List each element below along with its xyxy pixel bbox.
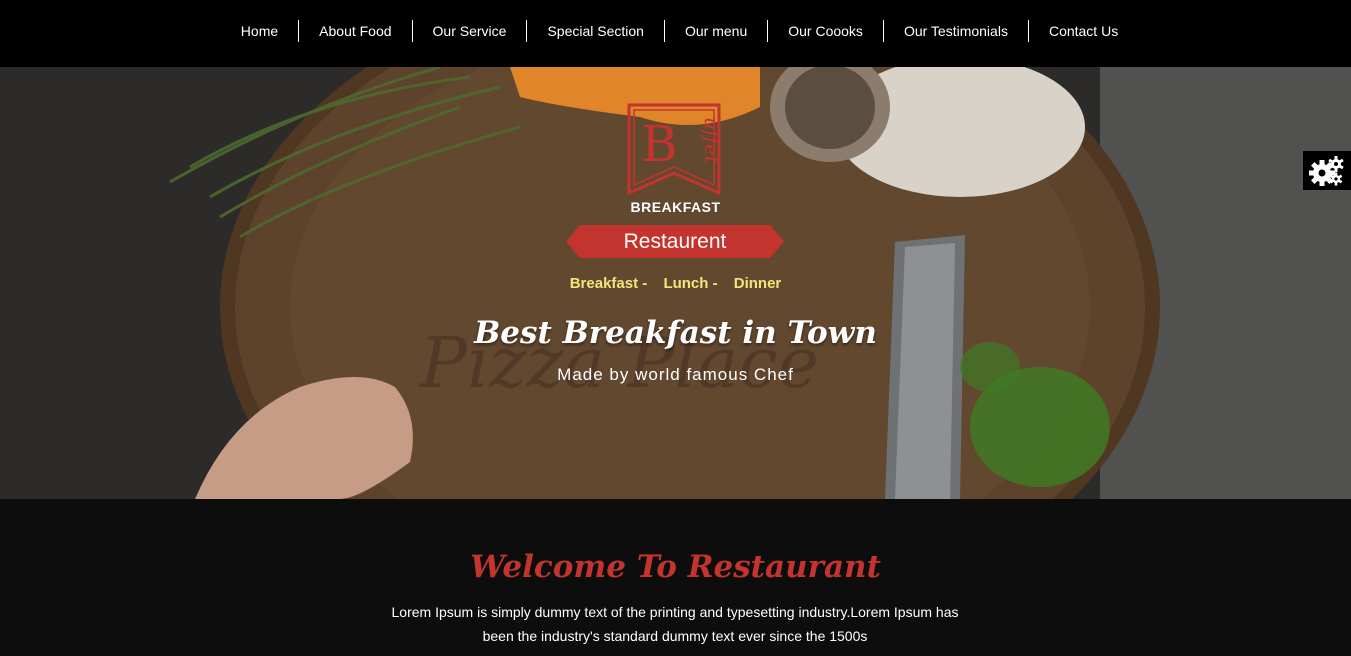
meal-dinner: Dinner	[733, 275, 782, 292]
nav-item-home[interactable]: Home	[221, 20, 298, 42]
meal-breakfast: Breakfast -	[569, 275, 648, 292]
meal-times: Breakfast - Lunch - Dinner	[0, 275, 1351, 292]
welcome-section: Welcome To Restaurant Lorem Ipsum is sim…	[0, 499, 1351, 656]
brand-word-text: BREAKFAST	[630, 199, 721, 215]
nav-menu: Home About Food Our Service Special Sect…	[0, 0, 1351, 62]
hero-banner: Pizza Place B uffet BREAKFAST Restaurent…	[0, 67, 1351, 499]
hero-title: Best Breakfast in Town	[474, 315, 877, 351]
hero-subtitle: Made by world famous Chef	[557, 365, 794, 384]
buffet-logo-icon[interactable]: B uffet	[627, 103, 721, 195]
nav-item-special-section[interactable]: Special Section	[526, 20, 664, 42]
nav-item-contact-us[interactable]: Contact Us	[1027, 20, 1138, 42]
nav-item-about-food[interactable]: About Food	[298, 20, 411, 42]
nav-item-our-cooks[interactable]: Our Coooks	[767, 20, 883, 42]
welcome-text: Lorem Ipsum is simply dummy text of the …	[391, 604, 959, 644]
meal-lunch: Lunch -	[663, 275, 718, 292]
nav-item-our-menu[interactable]: Our menu	[663, 20, 767, 42]
gears-icon	[1309, 156, 1344, 186]
nav-item-our-service[interactable]: Our Service	[411, 20, 527, 42]
settings-button[interactable]	[1303, 151, 1351, 190]
logo-letter: B	[641, 115, 678, 173]
nav-item-testimonials[interactable]: Our Testimonials	[882, 20, 1028, 42]
logo-script: uffet	[700, 117, 721, 165]
top-navigation: Home About Food Our Service Special Sect…	[0, 0, 1351, 67]
welcome-title: Welcome To Restaurant	[470, 549, 881, 585]
brand-word: BREAKFAST	[0, 199, 1351, 215]
ribbon-label: Restaurent	[623, 230, 727, 253]
